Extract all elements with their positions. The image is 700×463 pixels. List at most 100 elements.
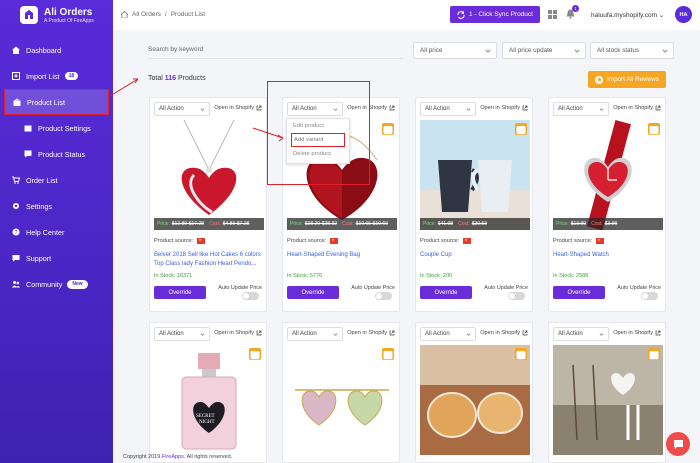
action-select[interactable]: All Action: [553, 327, 609, 341]
avatar[interactable]: HA: [675, 6, 692, 23]
china-flag-icon: [596, 237, 605, 244]
breadcrumb-separator: /: [164, 11, 167, 18]
sidebar-item-product-settings[interactable]: Product Settings: [0, 115, 113, 141]
heart-watch-image: [553, 120, 663, 230]
product-image[interactable]: Price: $13.99 Cost: $3.99: [553, 120, 663, 230]
import-all-reviews-button[interactable]: Import All Reviews: [588, 71, 666, 88]
sidebar-item-dashboard[interactable]: Dashboard: [0, 37, 113, 63]
chat-launcher-button[interactable]: [666, 432, 690, 456]
shop-selector[interactable]: haluufa.myshopify.com ⌄: [591, 11, 664, 19]
sidebar-item-order-list[interactable]: Order List: [0, 167, 113, 193]
external-link-icon: [522, 330, 528, 336]
sidebar-item-help-center[interactable]: ? Help Center: [0, 219, 113, 245]
product-title[interactable]: Heart-Shaped Watch: [553, 251, 663, 260]
auto-update-toggle[interactable]: [242, 292, 259, 300]
override-button[interactable]: Override: [420, 286, 472, 299]
china-flag-icon: [463, 237, 472, 244]
open-in-shopify-link[interactable]: Open in Shopify: [480, 105, 528, 111]
action-select[interactable]: All Action: [154, 102, 210, 116]
breadcrumb-root[interactable]: All Orders: [132, 11, 161, 18]
sidebar-item-settings[interactable]: Settings: [0, 193, 113, 219]
open-in-shopify-link[interactable]: Open in Shopify: [613, 330, 661, 336]
product-image[interactable]: [287, 345, 397, 455]
menu-item-add-variant[interactable]: Add variant: [291, 133, 345, 147]
action-select[interactable]: All Action: [154, 327, 210, 341]
product-card: All Action Open in Shopify SECRET NIGHT: [149, 322, 267, 463]
override-button[interactable]: Override: [154, 286, 206, 299]
auto-update-label: Auto Update Price: [351, 285, 395, 291]
stock-filter-select[interactable]: All stock status: [590, 42, 674, 59]
product-title[interactable]: Couple Cup: [420, 251, 530, 260]
shopify-tag-icon: [249, 348, 261, 360]
sidebar-item-label: Order List: [26, 175, 58, 185]
cost-label: Cost:: [209, 221, 221, 227]
action-select[interactable]: All Action: [553, 102, 609, 116]
open-in-shopify-link[interactable]: Open in Shopify: [214, 105, 262, 111]
sidebar-item-support[interactable]: Support: [0, 245, 113, 271]
chevron-down-icon: [200, 108, 205, 111]
breadcrumb: All Orders / Product List: [121, 11, 205, 18]
price-update-filter-select[interactable]: All price update: [502, 42, 586, 59]
override-button[interactable]: Override: [553, 286, 605, 299]
svg-text:?: ?: [15, 230, 18, 236]
chevron-down-icon: [599, 333, 604, 336]
sidebar-item-import-list[interactable]: Import List 18: [0, 63, 113, 89]
total-suffix: Products: [178, 75, 206, 82]
action-select[interactable]: All Action: [420, 327, 476, 341]
action-select[interactable]: All Action: [420, 102, 476, 116]
open-in-shopify-link[interactable]: Open in Shopify: [480, 330, 528, 336]
auto-update-toggle[interactable]: [375, 292, 392, 300]
menu-item-delete-product[interactable]: Delete product: [287, 147, 349, 161]
stock-filter-value: All stock status: [597, 47, 639, 54]
sidebar-nav: Dashboard Import List 18 Product List Pr…: [0, 37, 113, 297]
menu-item-edit-product[interactable]: Edit product: [287, 119, 349, 133]
action-label: All Action: [558, 106, 583, 112]
action-label: All Action: [292, 331, 317, 337]
search-input[interactable]: Search by keyword: [148, 41, 403, 59]
china-flag-icon: [197, 237, 206, 244]
product-image[interactable]: Price: $12.89-$17.28 Cost: $4.89-$7.28: [154, 120, 264, 230]
action-dropdown-menu: Edit product Add variant Delete product: [286, 118, 350, 164]
sidebar-item-label: Import List: [26, 71, 60, 81]
open-in-shopify-link[interactable]: Open in Shopify: [347, 330, 395, 336]
heart-glass-cups-image: [420, 345, 530, 455]
sidebar-item-product-status[interactable]: Product Status: [0, 141, 113, 167]
product-image[interactable]: [553, 345, 663, 455]
sidebar-item-product-list[interactable]: Product List: [4, 89, 109, 115]
brand[interactable]: Ali Orders A Product Of FireApps: [20, 6, 94, 24]
chevron-down-icon: [466, 333, 471, 336]
override-button[interactable]: Override: [287, 286, 339, 299]
sidebar-item-community[interactable]: Community New: [0, 271, 113, 297]
apps-grid-icon[interactable]: [548, 10, 557, 19]
price-filter-select[interactable]: All price: [413, 42, 497, 59]
status-icon: [24, 150, 32, 158]
product-source: Product source:: [553, 237, 605, 244]
open-in-shopify-link[interactable]: Open in Shopify: [613, 105, 661, 111]
shopify-tag-icon: [515, 348, 527, 360]
auto-update-toggle[interactable]: [508, 292, 525, 300]
open-label: Open in Shopify: [613, 105, 653, 111]
price-label: Price:: [556, 221, 569, 227]
auto-update-toggle[interactable]: [641, 292, 658, 300]
sidebar-item-label: Product Status: [38, 149, 86, 159]
open-in-shopify-link[interactable]: Open in Shopify: [214, 330, 262, 336]
shop-name: haluufa.myshopify.com: [591, 12, 657, 19]
price-value: $41.08: [437, 221, 454, 227]
action-label: All Action: [425, 331, 450, 337]
product-image[interactable]: SECRET NIGHT: [154, 345, 264, 455]
action-select[interactable]: All Action: [287, 327, 343, 341]
import-count-badge: 18: [64, 72, 79, 80]
product-title[interactable]: Belver 2018 Sell like Hot Cakes 6 colors…: [154, 251, 264, 269]
footer-link[interactable]: FireApps: [162, 454, 184, 460]
product-image[interactable]: [420, 345, 530, 455]
open-in-shopify-link[interactable]: Open in Shopify: [347, 105, 395, 111]
price-bar: Price: $28.20-$28.32 Cost: $10.65-$10.69: [287, 218, 397, 230]
action-select[interactable]: All Action: [287, 102, 343, 116]
price-value: $13.99: [570, 221, 587, 227]
product-title[interactable]: Heart-Shaped Evening Bag: [287, 251, 397, 260]
sync-product-button[interactable]: 1 - Click Sync Product: [450, 6, 540, 23]
chevron-down-icon: [333, 108, 338, 111]
product-image[interactable]: Price: $41.08 Cost: $30.53: [420, 120, 530, 230]
sidebar-item-label: Community: [26, 279, 63, 289]
price-bar: Price: $41.08 Cost: $30.53: [420, 218, 530, 230]
